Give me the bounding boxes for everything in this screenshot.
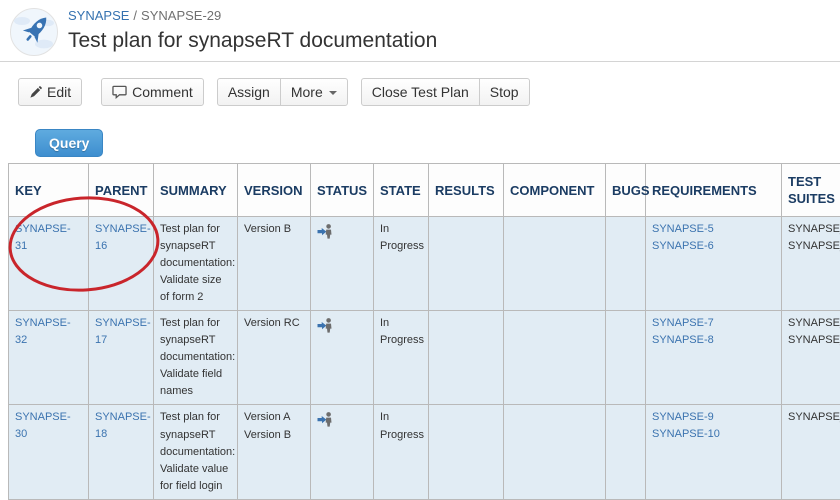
version-cell: Version A Version B [238, 405, 311, 499]
issue-link[interactable]: SYNAPSE-31 [15, 221, 82, 254]
edit-button[interactable]: Edit [18, 78, 82, 106]
test-cases-table: KEY PARENT SUMMARY VERSION STATUS STATE … [8, 163, 840, 500]
bugs-cell [606, 405, 646, 499]
test-suites-cell: SYNAPSE_ [782, 405, 840, 499]
workflow-button-group: Assign More [217, 78, 348, 106]
breadcrumb-project-link[interactable]: SYNAPSE [68, 8, 129, 23]
results-cell [429, 311, 504, 405]
col-requirements: REQUIREMENTS [646, 164, 782, 217]
comment-button-label: Comment [132, 84, 193, 100]
test-suites-cell: SYNAPSE_ SYNAPSE_ [782, 311, 840, 405]
page-title: Test plan for synapseRT documentation [68, 28, 437, 54]
table-row: SYNAPSE-32 SYNAPSE-17 Test plan for syna… [9, 311, 840, 405]
parent-cell: SYNAPSE-17 [89, 311, 154, 405]
col-results: RESULTS [429, 164, 504, 217]
issue-link[interactable]: SYNAPSE-32 [15, 315, 82, 348]
edit-button-label: Edit [47, 84, 71, 100]
summary-cell: Test plan for synapseRT documentation: V… [154, 405, 238, 499]
key-cell: SYNAPSE-31 [9, 217, 89, 311]
results-cell [429, 405, 504, 499]
test-suites-cell: SYNAPSE_ SYNAPSE_ [782, 217, 840, 311]
in-progress-icon [317, 223, 333, 239]
query-button[interactable]: Query [35, 129, 103, 157]
breadcrumb-issue-key: SYNAPSE-29 [141, 8, 221, 23]
table-row: SYNAPSE-30 SYNAPSE-18 Test plan for syna… [9, 405, 840, 499]
parent-cell: SYNAPSE-16 [89, 217, 154, 311]
transition-button-group: Close Test Plan Stop [361, 78, 530, 106]
col-state: STATE [374, 164, 429, 217]
requirement-link[interactable]: SYNAPSE-10 [652, 426, 775, 443]
close-test-plan-label: Close Test Plan [372, 84, 469, 100]
key-cell: SYNAPSE-32 [9, 311, 89, 405]
issue-toolbar: Edit Comment Assign More Close Test Plan St… [0, 62, 840, 106]
status-cell [311, 217, 374, 311]
col-test-suites: TEST SUITES [782, 164, 840, 217]
issue-link[interactable]: SYNAPSE-30 [15, 409, 82, 442]
component-cell [504, 217, 606, 311]
status-cell [311, 311, 374, 405]
stop-button-label: Stop [490, 84, 519, 100]
breadcrumb: SYNAPSE / SYNAPSE-29 [68, 8, 437, 24]
key-cell: SYNAPSE-30 [9, 405, 89, 499]
assign-button[interactable]: Assign [217, 78, 281, 106]
col-bugs: BUGS [606, 164, 646, 217]
test-cases-table-wrap: KEY PARENT SUMMARY VERSION STATUS STATE … [8, 163, 840, 500]
state-cell: In Progress [374, 405, 429, 499]
version-cell: Version RC [238, 311, 311, 405]
breadcrumb-separator: / [133, 8, 137, 23]
col-status: STATUS [311, 164, 374, 217]
col-key: KEY [9, 164, 89, 217]
close-test-plan-button[interactable]: Close Test Plan [361, 78, 480, 106]
col-summary: SUMMARY [154, 164, 238, 217]
more-button-label: More [291, 84, 323, 100]
project-rocket-avatar [10, 8, 58, 56]
requirements-cell: SYNAPSE-9 SYNAPSE-10 [646, 405, 782, 499]
col-component: COMPONENT [504, 164, 606, 217]
issue-link[interactable]: SYNAPSE-18 [95, 409, 147, 442]
bugs-cell [606, 217, 646, 311]
col-version: VERSION [238, 164, 311, 217]
status-cell [311, 405, 374, 499]
in-progress-icon [317, 411, 333, 427]
state-cell: In Progress [374, 311, 429, 405]
requirements-cell: SYNAPSE-7 SYNAPSE-8 [646, 311, 782, 405]
requirements-cell: SYNAPSE-5 SYNAPSE-6 [646, 217, 782, 311]
table-header-row: KEY PARENT SUMMARY VERSION STATUS STATE … [9, 164, 840, 217]
requirement-link[interactable]: SYNAPSE-5 [652, 221, 775, 238]
table-row: SYNAPSE-31 SYNAPSE-16 Test plan for syna… [9, 217, 840, 311]
requirement-link[interactable]: SYNAPSE-8 [652, 332, 775, 349]
requirement-link[interactable]: SYNAPSE-6 [652, 238, 775, 255]
stop-button[interactable]: Stop [479, 78, 530, 106]
pencil-icon [29, 85, 42, 103]
more-dropdown-button[interactable]: More [280, 78, 348, 106]
results-cell [429, 217, 504, 311]
component-cell [504, 311, 606, 405]
summary-cell: Test plan for synapseRT documentation: V… [154, 217, 238, 311]
bugs-cell [606, 311, 646, 405]
requirement-link[interactable]: SYNAPSE-7 [652, 315, 775, 332]
col-parent: PARENT [89, 164, 154, 217]
chevron-down-icon [329, 91, 337, 95]
state-cell: In Progress [374, 217, 429, 311]
summary-cell: Test plan for synapseRT documentation: V… [154, 311, 238, 405]
component-cell [504, 405, 606, 499]
page-header: SYNAPSE / SYNAPSE-29 Test plan for synapse… [0, 0, 840, 62]
version-cell: Version B [238, 217, 311, 311]
comment-button[interactable]: Comment [101, 78, 204, 106]
comment-bubble-icon [112, 85, 127, 103]
parent-cell: SYNAPSE-18 [89, 405, 154, 499]
in-progress-icon [317, 317, 333, 333]
requirement-link[interactable]: SYNAPSE-9 [652, 409, 775, 426]
issue-link[interactable]: SYNAPSE-16 [95, 221, 147, 254]
assign-button-label: Assign [228, 84, 270, 100]
issue-link[interactable]: SYNAPSE-17 [95, 315, 147, 348]
